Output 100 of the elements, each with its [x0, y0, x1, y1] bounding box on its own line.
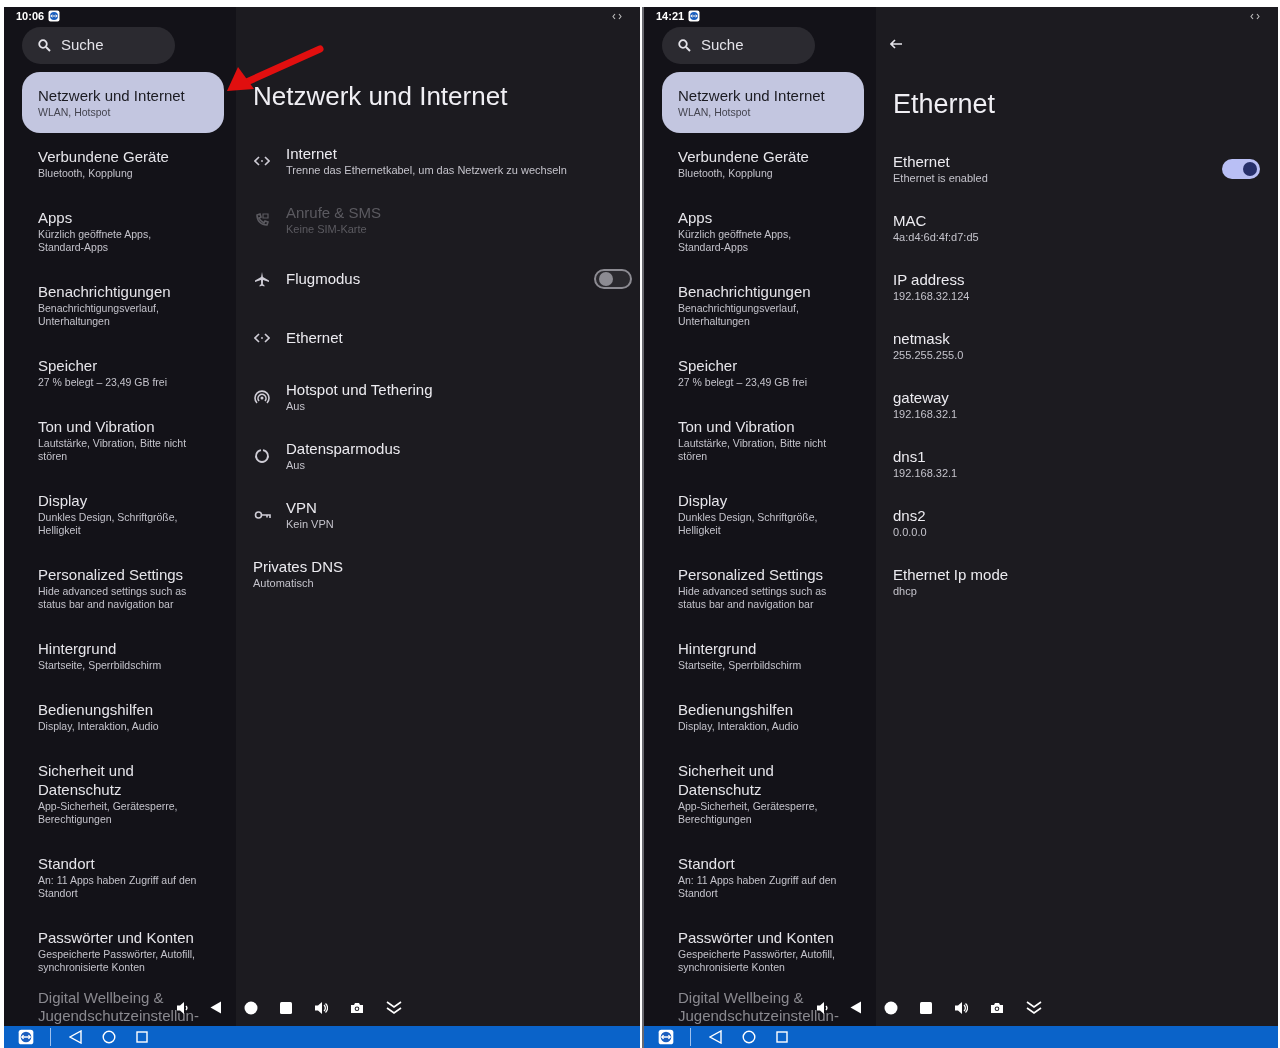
sidebar-item[interactable]: Netzwerk und Internet WLAN, Hotspot: [662, 72, 864, 133]
recents-nav-icon[interactable]: [776, 1031, 788, 1043]
back-triangle-icon[interactable]: [210, 1001, 222, 1014]
hotspot-icon: [254, 388, 270, 405]
home-nav-icon[interactable]: [102, 1030, 116, 1044]
sidebar-item[interactable]: Benachrichtigungen Benachrichtigungsverlauf, Unterhaltungen: [22, 268, 224, 342]
settings-row[interactable]: Internet Trenne das Ethernetkabel, um das Netzwerk zu wechseln: [236, 131, 640, 190]
sidebar-item[interactable]: Netzwerk und Internet WLAN, Hotspot: [22, 72, 224, 133]
settings-row[interactable]: VPN Kein VPN: [236, 485, 640, 544]
sidebar-item[interactable]: Standort An: 11 Apps haben Zugriff auf den Standort: [22, 840, 224, 914]
row-title: Ethernet: [893, 152, 951, 171]
sidebar-item-title: Verbundene Geräte: [678, 147, 810, 166]
settings-row[interactable]: Hotspot und Tethering Aus: [236, 367, 640, 426]
camera-icon[interactable]: [350, 1001, 364, 1014]
recents-nav-icon[interactable]: [136, 1031, 148, 1043]
sidebar-item[interactable]: Hintergrund Startseite, Sperrbildschirm: [662, 625, 864, 686]
row-value: 192.168.32.1: [893, 407, 958, 421]
sidebar-item[interactable]: Benachrichtigungen Benachrichtigungsverlauf, Unterhaltungen: [662, 268, 864, 342]
sidebar-item[interactable]: Hintergrund Startseite, Sperrbildschirm: [22, 625, 224, 686]
row-title: Hotspot und Tethering: [286, 380, 433, 399]
sidebar-item[interactable]: Apps Kürzlich geöffnete Apps, Standard-Apps: [662, 194, 864, 268]
circle-button-icon[interactable]: [884, 1000, 898, 1015]
row-subtitle: Automatisch: [253, 576, 315, 590]
sidebar-item-subtitle: App-Sicherheit, Gerätesperre, Berechtigungen: [678, 800, 819, 826]
page-title: Netzwerk und Internet: [253, 80, 509, 113]
settings-row[interactable]: Privates DNS Automatisch: [236, 544, 640, 603]
row-subtitle: Aus: [286, 399, 306, 413]
home-nav-icon[interactable]: [742, 1030, 756, 1044]
double-arrow-icon: [254, 332, 270, 343]
sidebar-item[interactable]: Verbundene Geräte Bluetooth, Kopplung: [22, 133, 224, 194]
sidebar-item-subtitle: Benachrichtigungsverlauf, Unterhaltungen: [38, 302, 160, 328]
row-subtitle: Aus: [286, 458, 306, 472]
circle-button-icon[interactable]: [244, 1000, 258, 1015]
row-title: dns1: [893, 447, 927, 466]
sidebar-item[interactable]: Bedienungshilfen Display, Interaktion, Audio: [22, 686, 224, 747]
sidebar-item[interactable]: Sicherheit und Datenschutz App-Sicherheit, Gerätesperre, Berechtigungen: [22, 747, 224, 840]
row-subtitle: Kein VPN: [286, 517, 334, 531]
sidebar-item-subtitle: Kürzlich geöffnete Apps, Standard-Apps: [38, 228, 153, 254]
camera-icon[interactable]: [990, 1001, 1004, 1014]
row-subtitle: Keine SIM-Karte: [286, 222, 368, 236]
back-triangle-icon[interactable]: [850, 1001, 862, 1014]
sidebar-item[interactable]: Standort An: 11 Apps haben Zugriff auf den Standort: [662, 840, 864, 914]
ethernet-status-icon: [1250, 12, 1260, 20]
sidebar-item-title[interactable]: Digital Wellbeing & Jugendschutzeinstellun-: [4, 989, 236, 1026]
search-field[interactable]: Suche: [662, 27, 815, 64]
row-title: Internet: [286, 144, 338, 163]
row-title: gateway: [893, 388, 950, 407]
remote-app-icon[interactable]: [18, 1029, 34, 1045]
square-button-icon[interactable]: [920, 1001, 932, 1014]
sidebar-item[interactable]: Speicher 27 % belegt – 23,49 GB frei: [22, 342, 224, 403]
back-nav-icon[interactable]: [709, 1030, 722, 1044]
sidebar-item[interactable]: Passwörter und Konten Gespeicherte Passwörter, Autofill, synchronisierte Konten: [22, 914, 224, 988]
toggle-switch[interactable]: [1222, 158, 1260, 179]
sidebar-item[interactable]: Personalized Settings Hide advanced settings such as status bar and navigation bar: [662, 551, 864, 625]
row-title: Ethernet Ip mode: [893, 565, 1009, 584]
sidebar-item-subtitle: 27 % belegt – 23,49 GB frei: [38, 376, 168, 389]
sidebar-item[interactable]: Display Dunkles Design, Schriftgröße, Helligkeit: [662, 477, 864, 551]
page-title: Ethernet: [893, 88, 997, 121]
sidebar-item-subtitle: WLAN, Hotspot: [38, 106, 112, 119]
row-title: Datensparmodus: [286, 439, 401, 458]
row-title: Anrufe & SMS: [286, 203, 382, 222]
sidebar-item-subtitle: Gespeicherte Passwörter, Autofill, synchronisierte Konten: [38, 948, 196, 974]
back-arrow-icon[interactable]: [890, 39, 902, 49]
double-chevron-icon[interactable]: [1026, 1000, 1042, 1015]
sidebar-item[interactable]: Personalized Settings Hide advanced settings such as status bar and navigation bar: [22, 551, 224, 625]
settings-row[interactable]: Ethernet: [236, 308, 640, 367]
sidebar-item[interactable]: Passwörter und Konten Gespeicherte Passwörter, Autofill, synchronisierte Konten: [662, 914, 864, 988]
row-title: Ethernet: [286, 328, 343, 347]
back-nav-icon[interactable]: [69, 1030, 82, 1044]
sidebar-item[interactable]: Sicherheit und Datenschutz App-Sicherheit, Gerätesperre, Berechtigungen: [662, 747, 864, 840]
sidebar-item-subtitle: Kürzlich geöffnete Apps, Standard-Apps: [678, 228, 793, 254]
sidebar-item[interactable]: Display Dunkles Design, Schriftgröße, Helligkeit: [22, 477, 224, 551]
square-button-icon[interactable]: [280, 1001, 292, 1014]
sidebar-item-title: Apps: [678, 208, 714, 227]
toggle-switch[interactable]: [594, 268, 632, 289]
sidebar-item-subtitle: An: 11 Apps haben Zugriff auf den Standort: [678, 874, 838, 900]
sidebar-item[interactable]: Ton und Vibration Lautstärke, Vibration, Bitte nicht stören: [662, 403, 864, 477]
search-field[interactable]: Suche: [22, 27, 175, 64]
row-title: IP address: [893, 270, 966, 289]
sidebar-item[interactable]: Bedienungshilfen Display, Interaktion, Audio: [662, 686, 864, 747]
sidebar-item-title: Personalized Settings: [38, 565, 185, 584]
sidebar-item[interactable]: Apps Kürzlich geöffnete Apps, Standard-Apps: [22, 194, 224, 268]
sidebar-item[interactable]: Speicher 27 % belegt – 23,49 GB frei: [662, 342, 864, 403]
sidebar-item-subtitle: Startseite, Sperrbildschirm: [38, 659, 163, 672]
sidebar-item[interactable]: Ton und Vibration Lautstärke, Vibration, Bitte nicht stören: [22, 403, 224, 477]
settings-row[interactable]: Datensparmodus Aus: [236, 426, 640, 485]
sidebar-item-title: Ton und Vibration: [678, 417, 796, 436]
sidebar-item-subtitle: Benachrichtigungsverlauf, Unterhaltungen: [678, 302, 800, 328]
sidebar-item-title[interactable]: Digital Wellbeing & Jugendschutzeinstellun-: [644, 989, 876, 1026]
row-title: netmask: [893, 329, 951, 348]
double-chevron-icon[interactable]: [386, 1000, 402, 1015]
volume-up-icon[interactable]: [314, 1000, 328, 1015]
settings-row[interactable]: Flugmodus: [236, 249, 640, 308]
volume-up-icon[interactable]: [954, 1000, 968, 1015]
sidebar-item-title: Personalized Settings: [678, 565, 825, 584]
sidebar-item-subtitle: Dunkles Design, Schriftgröße, Helligkeit: [678, 511, 819, 537]
sidebar-item-title: Hintergrund: [38, 639, 118, 658]
sidebar-item[interactable]: Verbundene Geräte Bluetooth, Kopplung: [662, 133, 864, 194]
sidebar-item-subtitle: Display, Interaktion, Audio: [678, 720, 800, 733]
remote-app-icon[interactable]: [658, 1029, 674, 1045]
